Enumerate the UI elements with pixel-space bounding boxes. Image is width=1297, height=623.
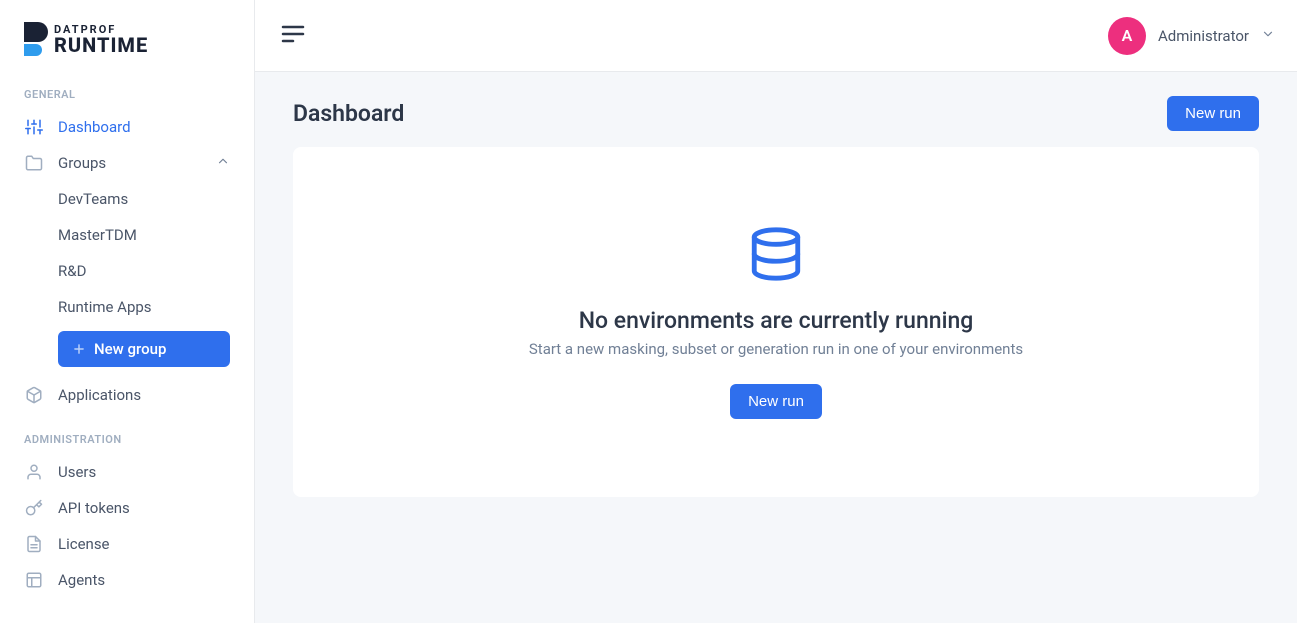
sidebar-item-label: API tokens [58,499,130,517]
avatar-initial: A [1122,26,1133,45]
sliders-icon [24,117,44,137]
key-icon [24,498,44,518]
sidebar-item-label: License [58,535,110,553]
user-icon [24,462,44,482]
chevron-up-icon [216,154,230,172]
sidebar-subitem-devteams[interactable]: DevTeams [0,181,254,217]
database-icon [747,225,805,287]
sidebar-item-label: Users [58,463,96,481]
cube-icon [24,385,44,405]
sidebar-item-groups[interactable]: Groups [0,145,254,181]
new-group-button[interactable]: New group [58,331,230,367]
folder-icon [24,153,44,173]
menu-icon [281,32,305,48]
empty-state-title: No environments are currently running [579,307,974,334]
user-menu[interactable]: A Administrator [1108,17,1275,55]
sidebar-item-label: Dashboard [58,118,131,136]
logo-mark-icon [24,22,48,56]
sidebar-item-label: Groups [58,154,106,172]
layout-icon [24,570,44,590]
menu-toggle-button[interactable] [277,20,309,52]
page-header: Dashboard New run [293,96,1259,131]
content-area: Dashboard New run No environments are cu… [255,72,1297,623]
avatar: A [1108,17,1146,55]
sidebar-subitem-rd[interactable]: R&D [0,253,254,289]
new-run-button-empty[interactable]: New run [730,384,822,419]
section-title-admin: ADMINISTRATION [0,423,254,454]
logo-area: DATPROF RUNTIME [0,0,254,78]
chevron-down-icon [1261,27,1275,45]
file-icon [24,534,44,554]
sidebar-item-users[interactable]: Users [0,454,254,490]
sidebar: DATPROF RUNTIME GENERAL Dashboard [0,0,255,623]
sidebar-item-label: Agents [58,571,105,589]
logo-text-bottom: RUNTIME [54,35,148,55]
section-title-general: GENERAL [0,78,254,109]
dashboard-card: No environments are currently running St… [293,147,1259,497]
sidebar-subitem-runtimeapps[interactable]: Runtime Apps [0,289,254,325]
sidebar-item-dashboard[interactable]: Dashboard [0,109,254,145]
sidebar-item-label: Applications [58,386,141,404]
new-group-label: New group [94,340,166,358]
sidebar-item-applications[interactable]: Applications [0,377,254,413]
logo[interactable]: DATPROF RUNTIME [24,22,230,56]
empty-state-subtitle: Start a new masking, subset or generatio… [529,340,1023,358]
new-run-button-header[interactable]: New run [1167,96,1259,131]
main-area: A Administrator Dashboard New run [255,0,1297,623]
sidebar-subitem-mastertdm[interactable]: MasterTDM [0,217,254,253]
sidebar-item-api-tokens[interactable]: API tokens [0,490,254,526]
sidebar-item-agents[interactable]: Agents [0,562,254,598]
page-title: Dashboard [293,100,404,127]
plus-icon [72,342,86,356]
sidebar-item-license[interactable]: License [0,526,254,562]
user-name-label: Administrator [1158,27,1249,45]
topbar: A Administrator [255,0,1297,72]
